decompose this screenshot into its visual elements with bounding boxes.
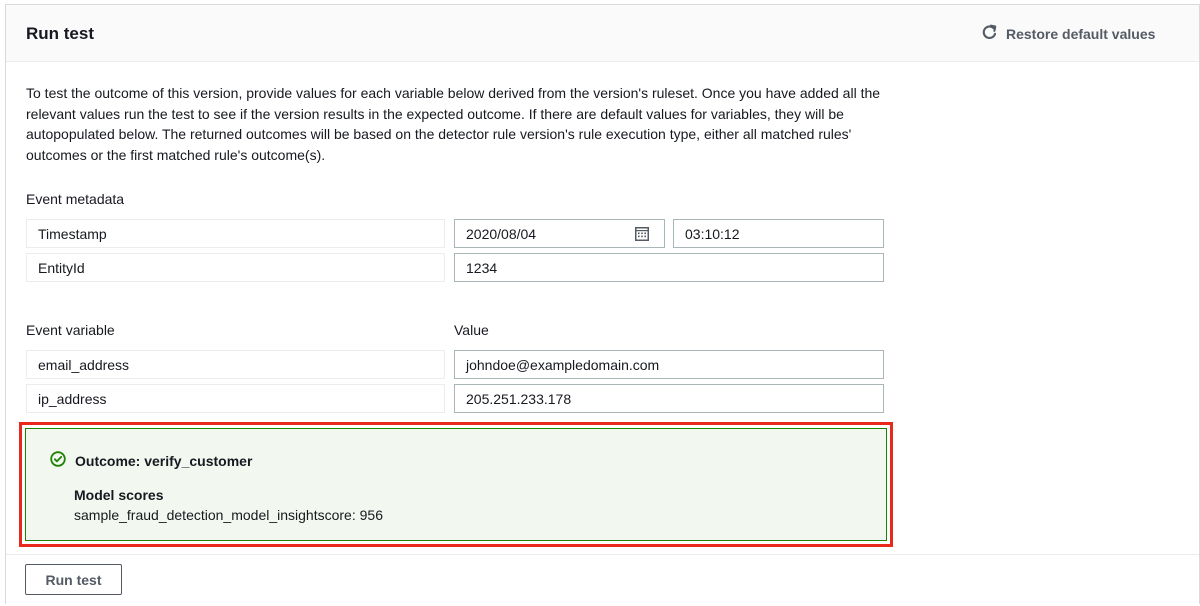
panel-footer: Run test (6, 554, 1199, 604)
entity-name-field: EntityId (26, 253, 445, 282)
restore-default-values-button[interactable]: Restore default values (981, 23, 1155, 45)
timestamp-name: Timestamp (38, 225, 107, 242)
timestamp-name-field: Timestamp (26, 219, 445, 248)
time-input[interactable]: 03:10:12 (673, 219, 884, 248)
entity-id-input[interactable]: 1234 (454, 253, 884, 282)
check-circle-icon (50, 451, 75, 470)
time-value: 03:10:12 (685, 225, 740, 242)
model-scores-title: Model scores (74, 487, 164, 503)
restore-default-values-label: Restore default values (1006, 26, 1156, 42)
entity-id-value: 1234 (466, 259, 498, 276)
refresh-icon (981, 24, 1006, 44)
date-input[interactable]: 2020/08/04 (454, 219, 665, 248)
calendar-icon[interactable] (635, 227, 649, 244)
variable-name-field: email_address (26, 350, 445, 379)
value-header: Value (454, 322, 489, 338)
variable-name-field: ip_address (26, 384, 445, 413)
description-text: To test the outcome of this version, pro… (26, 85, 881, 163)
outcome-alert: Outcome: verify_customer Model scores sa… (25, 428, 887, 541)
panel-header: Run test Restore default values (6, 5, 1199, 62)
entity-name: EntityId (38, 259, 85, 276)
model-score-line: sample_fraud_detection_model_insightscor… (74, 507, 383, 523)
email-address-input[interactable]: johndoe@exampledomain.com (454, 350, 884, 379)
variable-name: email_address (38, 356, 130, 373)
variable-name: ip_address (38, 390, 107, 407)
event-variable-header: Event variable (26, 322, 115, 338)
event-metadata-label: Event metadata (26, 191, 125, 207)
run-test-panel: Run test Restore default values To test … (5, 4, 1200, 604)
outcome-title-row: Outcome: verify_customer (50, 451, 252, 470)
outcome-title: Outcome: verify_customer (75, 452, 253, 469)
panel-title: Run test (26, 24, 94, 43)
date-value: 2020/08/04 (466, 225, 537, 242)
run-test-button[interactable]: Run test (25, 564, 122, 595)
outcome-highlight: Outcome: verify_customer Model scores sa… (19, 422, 893, 547)
ip-address-input[interactable]: 205.251.233.178 (454, 384, 884, 413)
variable-value: johndoe@exampledomain.com (466, 356, 660, 373)
variable-value: 205.251.233.178 (466, 390, 572, 407)
